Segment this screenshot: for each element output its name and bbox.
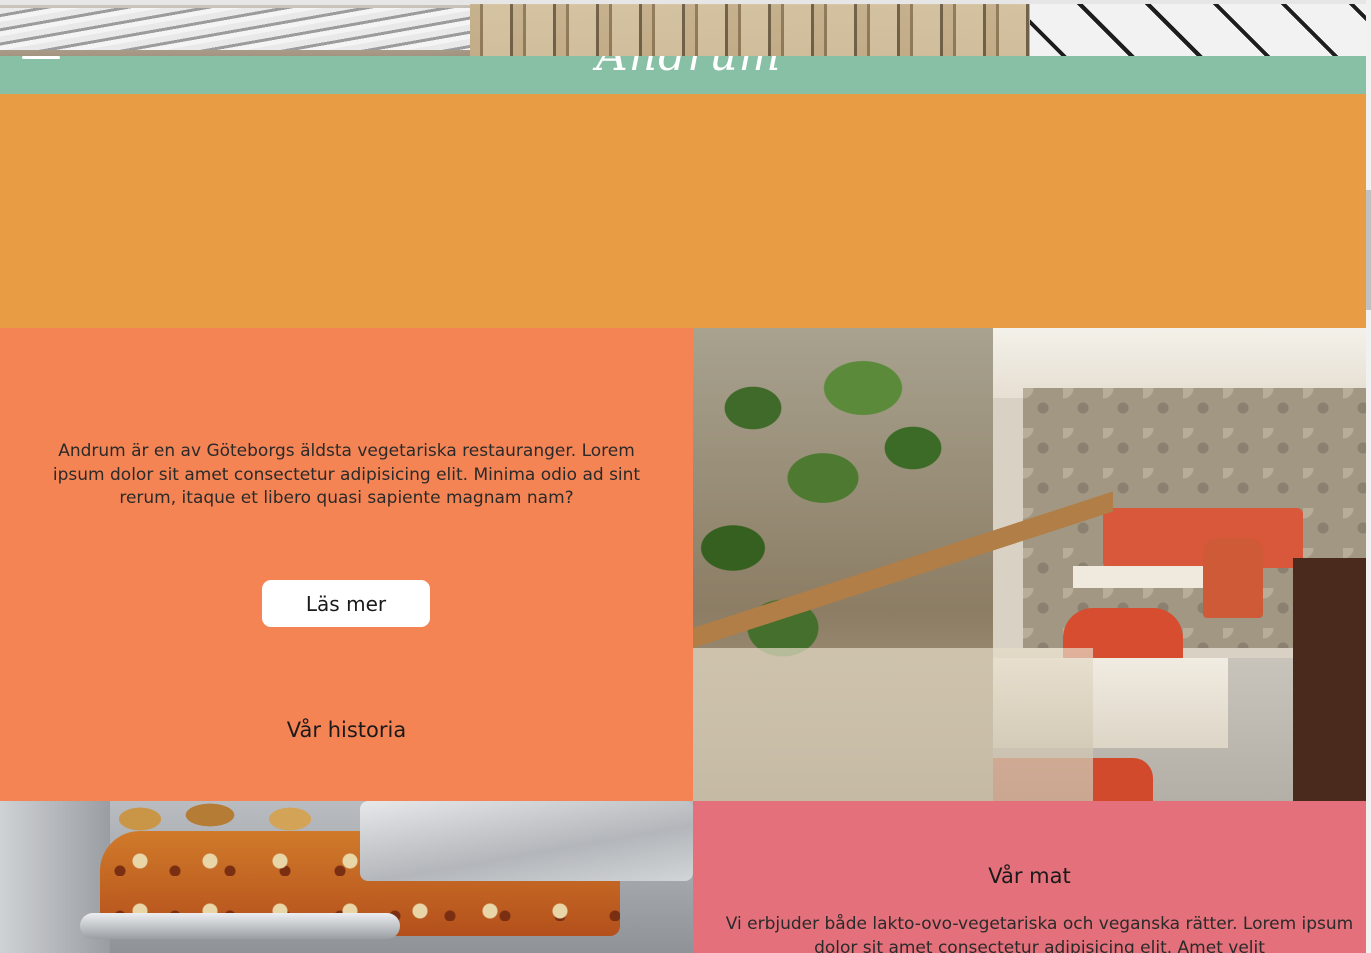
interior-chair-back bbox=[1203, 538, 1263, 618]
food-title: Vår mat bbox=[988, 864, 1071, 888]
buffet-food-image bbox=[0, 801, 693, 953]
scrollbar-thumb[interactable] bbox=[1366, 190, 1371, 310]
history-section: Vår historia Andrum är en av Göteborgs ä… bbox=[0, 328, 693, 801]
site-header: Andrum bbox=[0, 56, 1366, 94]
read-more-button[interactable]: Läs mer bbox=[262, 580, 430, 627]
restaurant-interior-image bbox=[693, 328, 1366, 801]
page-scrollbar[interactable] bbox=[1366, 0, 1371, 953]
buffet-tray-lid bbox=[360, 801, 693, 881]
history-text: Andrum är en av Göteborgs äldsta vegetar… bbox=[52, 441, 641, 508]
history-title: Vår historia bbox=[286, 718, 407, 742]
hero-wood-panel bbox=[470, 4, 1030, 56]
hero-floor-tiles bbox=[1030, 4, 1366, 56]
buffet-ladle bbox=[80, 913, 400, 939]
food-section: Vår mat Vi erbjuder både lakto-ovo-veget… bbox=[693, 801, 1366, 953]
hero-image-strip bbox=[0, 0, 1366, 56]
interior-barstool bbox=[1293, 558, 1366, 801]
hero-rail-detail bbox=[0, 8, 470, 50]
menu-icon-bar bbox=[22, 56, 60, 59]
interior-table-back bbox=[1073, 566, 1208, 588]
buffet-potatoes bbox=[110, 801, 340, 836]
hamburger-menu-icon[interactable] bbox=[22, 56, 60, 62]
food-text: Vi erbjuder både lakto-ovo-vegetariska o… bbox=[725, 914, 1354, 953]
orange-banner bbox=[0, 94, 1366, 328]
interior-glass-railing bbox=[693, 648, 1093, 801]
site-logo[interactable]: Andrum bbox=[596, 56, 781, 78]
